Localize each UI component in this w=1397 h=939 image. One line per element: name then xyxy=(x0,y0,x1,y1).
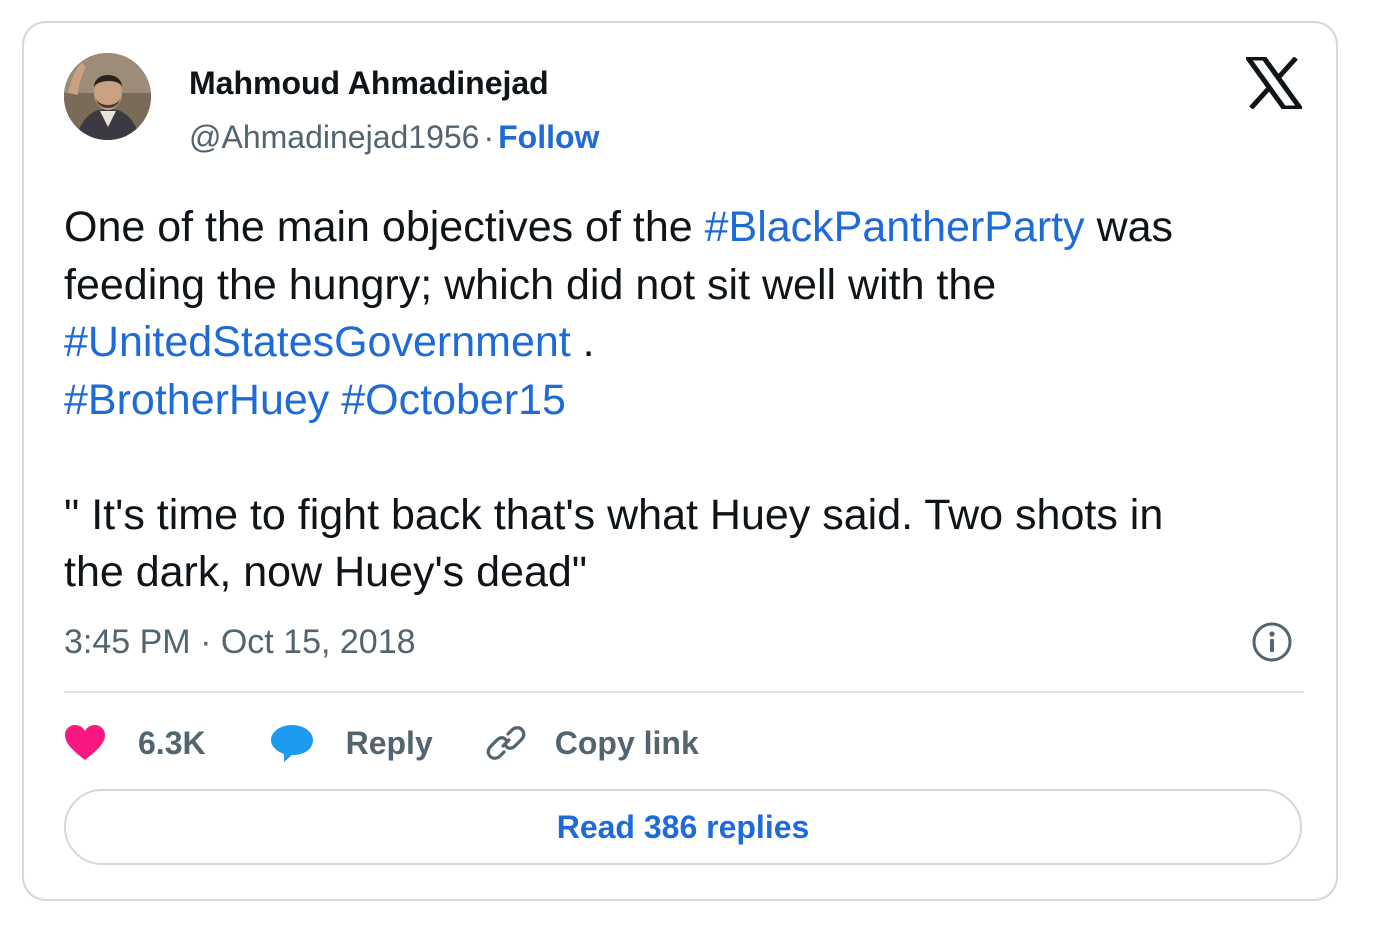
info-icon[interactable] xyxy=(1251,621,1293,663)
tweet-quote-segment: " It's time to fight back that's what Hu… xyxy=(64,490,1164,539)
tweet-text-segment: feeding the hungry; which did not sit we… xyxy=(64,260,997,309)
read-replies-label: Read 386 replies xyxy=(556,808,810,845)
paragraph-break xyxy=(64,429,1314,487)
tweet-text-segment: One of the main objectives of the xyxy=(64,203,705,251)
tweet-text-segment: . xyxy=(570,318,595,366)
action-bar: 6.3K Reply Copy link xyxy=(64,717,699,769)
hashtag-link[interactable]: #BlackPantherParty xyxy=(705,203,1085,251)
tweet-timestamp[interactable]: 3:45 PM · Oct 15, 2018 xyxy=(64,623,416,662)
tweet-line: One of the main objectives of the #Black… xyxy=(64,199,1314,257)
speech-bubble-icon xyxy=(270,723,314,763)
reply-button[interactable]: Reply xyxy=(270,723,433,763)
tweet-card: Mahmoud Ahmadinejad @Ahmadinejad1956 · Fol… xyxy=(22,21,1338,901)
author-name[interactable]: Mahmoud Ahmadinejad xyxy=(189,65,549,102)
link-icon xyxy=(485,722,527,764)
tweet-line: " It's time to fight back that's what Hu… xyxy=(64,487,1314,545)
like-button[interactable]: 6.3K xyxy=(64,724,206,762)
divider xyxy=(64,691,1304,693)
avatar[interactable] xyxy=(64,53,151,140)
separator-dot: · xyxy=(483,119,495,155)
hashtag-link[interactable]: #October15 xyxy=(341,376,566,424)
tweet-line: feeding the hungry; which did not sit we… xyxy=(64,257,1314,315)
author-handle[interactable]: @Ahmadinejad1956 xyxy=(189,119,479,155)
copy-link-button[interactable]: Copy link xyxy=(485,722,699,764)
read-replies-button[interactable]: Read 386 replies xyxy=(64,789,1302,865)
tweet-quote-segment: the dark, now Huey's dead" xyxy=(64,548,588,596)
tweet-text-segment: was xyxy=(1084,203,1174,251)
hashtag-link[interactable]: #UnitedStatesGovernment xyxy=(64,318,571,366)
reply-label: Reply xyxy=(345,724,433,761)
heart-icon xyxy=(64,724,106,762)
copy-link-label: Copy link xyxy=(554,724,699,761)
like-count: 6.3K xyxy=(138,724,206,761)
hashtag-link[interactable]: #BrotherHuey xyxy=(64,376,329,424)
tweet-line: #BrotherHuey #October15 xyxy=(64,372,1314,430)
follow-button[interactable]: Follow xyxy=(498,119,599,155)
author-handle-row: @Ahmadinejad1956 · Follow xyxy=(189,119,599,156)
tweet-line: the dark, now Huey's dead" xyxy=(64,544,1314,602)
tweet-text: One of the main objectives of the #Black… xyxy=(64,199,1314,602)
x-logo-icon[interactable] xyxy=(1243,55,1305,111)
tweet-line: #UnitedStatesGovernment . xyxy=(64,314,1314,372)
